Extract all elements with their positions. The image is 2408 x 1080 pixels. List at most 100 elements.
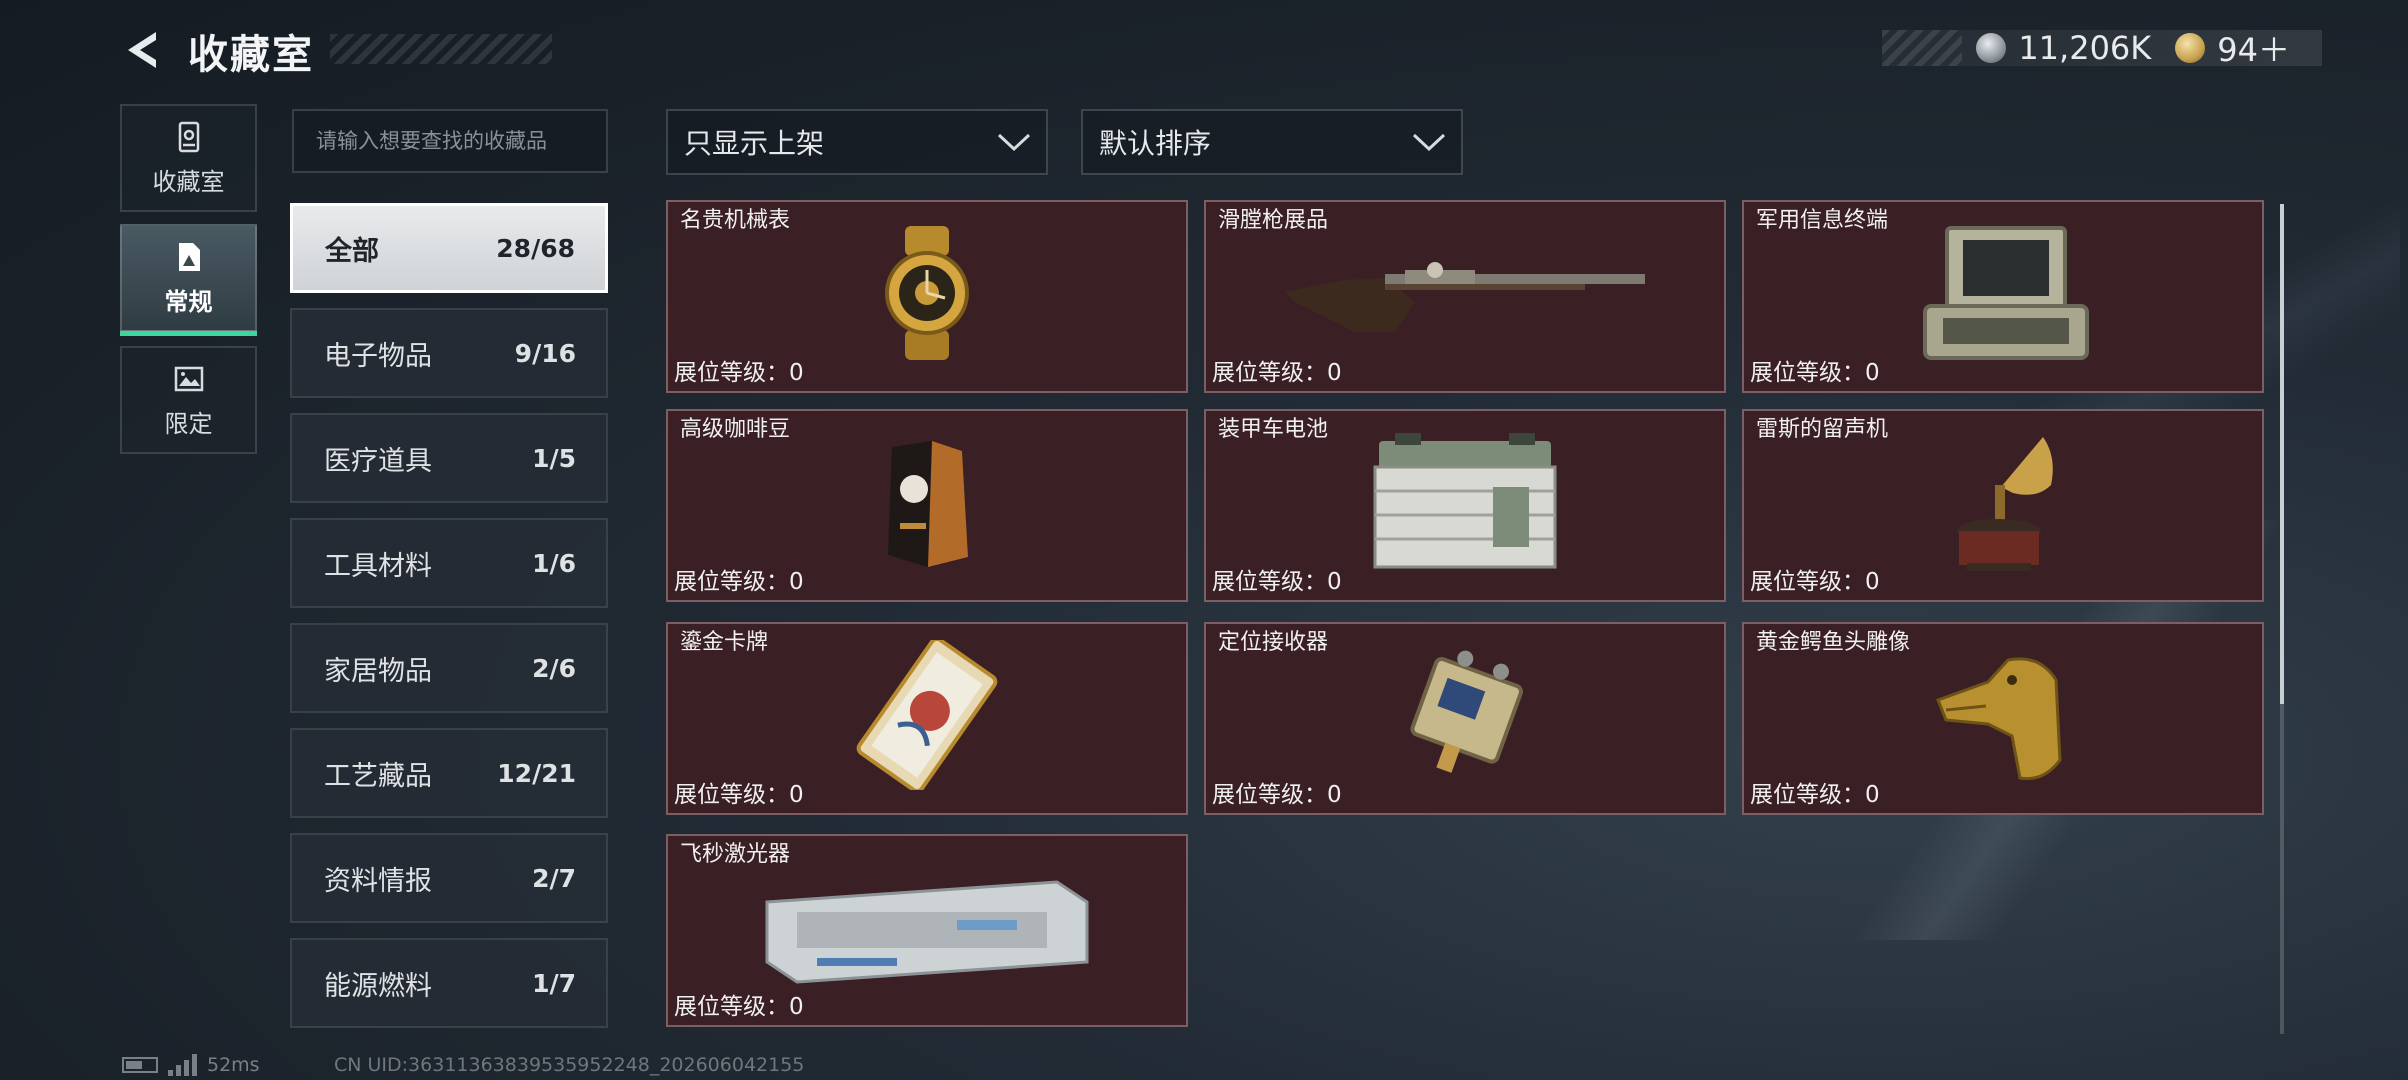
subcategory-count: 1/6 — [532, 548, 576, 578]
subcategory-count: 2/6 — [532, 653, 576, 683]
booth-level-label: 展位等级： — [674, 994, 789, 1020]
subcategory-intel[interactable]: 资料情报 2/7 — [290, 833, 608, 923]
coffee-bag-icon — [888, 441, 968, 567]
booth-level-label: 展位等级： — [674, 782, 789, 808]
gramophone-icon — [1957, 437, 2053, 571]
subcategory-name: 能源燃料 — [324, 970, 432, 1002]
currency-decoration-stripe — [1882, 30, 1962, 66]
subcategory-tools[interactable]: 工具材料 1/6 — [290, 518, 608, 608]
silver-currency-value: 11,206K — [2018, 29, 2152, 67]
item-name: 雷斯的留声机 — [1756, 417, 1889, 442]
femtosecond-laser-icon — [765, 880, 1089, 984]
document-icon — [178, 242, 200, 271]
subcategory-count: 9/16 — [514, 338, 576, 368]
item-card[interactable]: 黄金鳄鱼头雕像 展位等级：0 — [1742, 622, 2264, 815]
item-card[interactable]: 飞秒激光器 展位等级：0 — [666, 834, 1188, 1027]
subcategory-name: 全部 — [325, 235, 379, 267]
title-decoration-stripe — [330, 34, 552, 64]
left-tab-regular[interactable]: 常规 — [120, 224, 257, 336]
top-header: 收藏室 11,206K 94＋ — [0, 0, 2408, 100]
shelf-filter-dropdown[interactable]: 只显示上架 — [666, 109, 1048, 175]
item-card[interactable]: 名贵机械表 展位等级：0 — [666, 200, 1188, 393]
left-tab-vault[interactable]: 收藏室 — [120, 104, 257, 212]
booth-level-label: 展位等级： — [1750, 782, 1865, 808]
booth-level: 展位等级：0 — [674, 775, 804, 809]
chevron-down-icon — [1412, 133, 1446, 152]
left-tab-label: 收藏室 — [152, 167, 225, 196]
subcategory-name: 工艺藏品 — [324, 760, 432, 792]
booth-level-value: 0 — [1865, 782, 1880, 808]
booth-level-value: 0 — [1327, 569, 1342, 595]
booth-level-value: 0 — [1865, 569, 1880, 595]
item-card[interactable]: 滑膛枪展品 展位等级：0 — [1204, 200, 1726, 393]
back-arrow-icon[interactable] — [118, 26, 166, 74]
booth-level: 展位等级：0 — [674, 353, 804, 387]
picture-icon — [174, 366, 203, 391]
booth-level: 展位等级：0 — [674, 987, 804, 1021]
collection-scrollbar[interactable] — [2280, 204, 2284, 1034]
subcategory-electronics[interactable]: 电子物品 9/16 — [290, 308, 608, 398]
booth-level-value: 0 — [1327, 360, 1342, 386]
item-name: 名贵机械表 — [680, 208, 791, 233]
subcategory-count: 2/7 — [532, 863, 576, 893]
sort-dropdown[interactable]: 默认排序 — [1081, 109, 1463, 175]
subcategory-count: 28/68 — [496, 233, 575, 263]
booth-level-value: 0 — [789, 360, 804, 386]
item-name: 鎏金卡牌 — [680, 630, 769, 655]
signal-strength-icon — [168, 1054, 197, 1076]
item-card[interactable]: 装甲车电池 展位等级：0 — [1204, 409, 1726, 602]
military-terminal-icon — [1923, 226, 2089, 360]
subcategory-name: 医疗道具 — [324, 445, 432, 477]
subcategory-name: 家居物品 — [324, 655, 432, 687]
booth-level-label: 展位等级： — [674, 360, 789, 386]
booth-level-label: 展位等级： — [1212, 569, 1327, 595]
left-tab-label: 限定 — [164, 409, 213, 438]
page-title: 收藏室 — [188, 32, 314, 78]
booth-level-label: 展位等级： — [1750, 360, 1865, 386]
user-uid: CN UID:36311363839535952248_202606042155 — [334, 1054, 805, 1076]
subcategory-household[interactable]: 家居物品 2/6 — [290, 623, 608, 713]
subcategory-crafts[interactable]: 工艺藏品 12/21 — [290, 728, 608, 818]
item-card[interactable]: 定位接收器 展位等级：0 — [1204, 622, 1726, 815]
vehicle-battery-icon — [1373, 433, 1557, 569]
item-name: 黄金鳄鱼头雕像 — [1756, 630, 1911, 655]
item-card[interactable]: 鎏金卡牌 展位等级：0 — [666, 622, 1188, 815]
search-input[interactable] — [314, 128, 586, 154]
gold-currency-value[interactable]: 94＋ — [2217, 25, 2290, 71]
subcategory-name: 资料情报 — [324, 865, 432, 897]
item-card[interactable]: 军用信息终端 展位等级：0 — [1742, 200, 2264, 393]
subcategory-medical[interactable]: 医疗道具 1/5 — [290, 413, 608, 503]
booth-level: 展位等级：0 — [1212, 562, 1342, 596]
musket-icon — [1285, 262, 1645, 332]
gps-receiver-icon — [1410, 650, 1523, 773]
booth-level-label: 展位等级： — [1212, 360, 1327, 386]
item-name: 定位接收器 — [1218, 630, 1329, 655]
subcategory-count: 1/5 — [532, 443, 576, 473]
scrollbar-thumb[interactable] — [2280, 204, 2284, 704]
booth-level-label: 展位等级： — [1750, 569, 1865, 595]
item-card[interactable]: 高级咖啡豆 展位等级：0 — [666, 409, 1188, 602]
item-card[interactable]: 雷斯的留声机 展位等级：0 — [1742, 409, 2264, 602]
gold-crocodile-statue-icon — [1936, 657, 2062, 781]
item-name: 高级咖啡豆 — [680, 417, 791, 442]
booth-level: 展位等级：0 — [1212, 353, 1342, 387]
subcategory-energy[interactable]: 能源燃料 1/7 — [290, 938, 608, 1028]
gold-coin-icon — [2175, 33, 2206, 63]
item-name: 滑膛枪展品 — [1218, 208, 1329, 233]
booth-level-value: 0 — [789, 994, 804, 1020]
status-footer: 52ms — [122, 1052, 260, 1078]
search-box[interactable] — [292, 109, 608, 173]
booth-level: 展位等级：0 — [1750, 775, 1880, 809]
booth-level-label: 展位等级： — [1212, 782, 1327, 808]
booth-level: 展位等级：0 — [1212, 775, 1342, 809]
subcategory-count: 1/7 — [532, 968, 576, 998]
booth-level-label: 展位等级： — [674, 569, 789, 595]
subcategory-name: 电子物品 — [324, 340, 432, 372]
collection-grid: 名贵机械表 展位等级：0 滑膛枪展品 展位等级：0 军用信息终端 展位等级：0 … — [666, 200, 2266, 1038]
gold-watch-icon — [885, 226, 969, 360]
left-tab-limited[interactable]: 限定 — [120, 346, 257, 454]
item-name: 军用信息终端 — [1756, 208, 1889, 233]
booth-level: 展位等级：0 — [1750, 562, 1880, 596]
ping-value: 52ms — [207, 1054, 260, 1076]
subcategory-all[interactable]: 全部 28/68 — [290, 203, 608, 293]
